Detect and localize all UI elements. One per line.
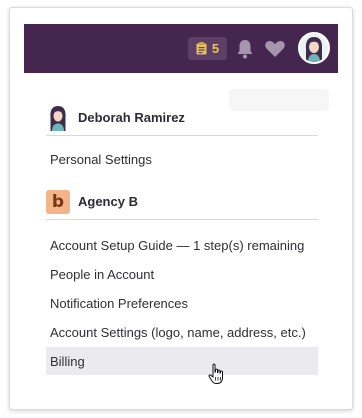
- top-navigation-bar: 5: [24, 24, 338, 73]
- notification-preferences-link[interactable]: Notification Preferences: [46, 289, 318, 317]
- user-avatar: [46, 105, 70, 131]
- clipboard-icon: [196, 42, 207, 55]
- bell-icon[interactable]: [236, 39, 254, 59]
- people-in-account-link[interactable]: People in Account: [46, 260, 318, 288]
- account-setup-guide-link[interactable]: Account Setup Guide — 1 step(s) remainin…: [46, 231, 318, 259]
- agency-header: b Agency B: [46, 184, 318, 220]
- heart-icon[interactable]: [264, 40, 286, 58]
- user-avatar-button[interactable]: [298, 32, 330, 64]
- user-portrait-icon: [50, 105, 66, 131]
- user-avatar-icon: [300, 34, 328, 62]
- agency-logo: b: [46, 189, 70, 214]
- user-header: Deborah Ramirez: [46, 100, 318, 136]
- tasks-button[interactable]: 5: [188, 37, 227, 60]
- personal-settings-link[interactable]: Personal Settings: [46, 145, 318, 173]
- user-name: Deborah Ramirez: [78, 110, 185, 125]
- agency-name: Agency B: [78, 194, 138, 209]
- account-settings-link[interactable]: Account Settings (logo, name, address, e…: [46, 318, 318, 346]
- billing-link[interactable]: Billing: [46, 347, 318, 375]
- tasks-count-badge: 5: [211, 41, 220, 56]
- hand-pointer-icon: [208, 363, 223, 384]
